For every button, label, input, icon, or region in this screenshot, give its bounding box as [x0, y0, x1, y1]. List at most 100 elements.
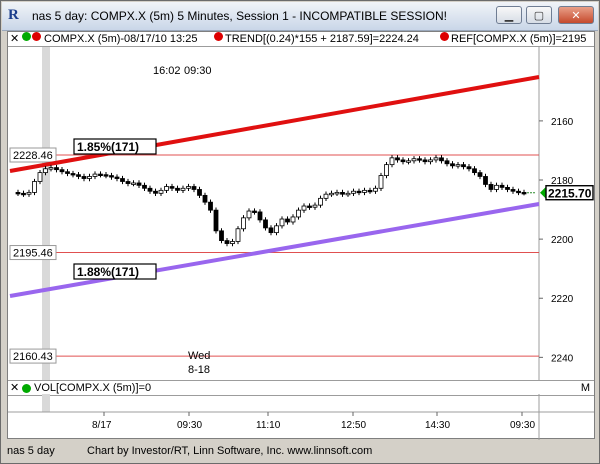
candle [389, 157, 395, 166]
reference-level-label: 2160.43 [13, 351, 53, 363]
candle [439, 157, 444, 162]
candle [43, 168, 48, 174]
maximize-button[interactable]: ▢ [526, 6, 552, 24]
candle [208, 201, 213, 211]
candle [92, 173, 98, 177]
candle [230, 241, 235, 244]
session-time-label: 16:02 [153, 65, 181, 77]
x-tick-label: 09:30 [510, 420, 535, 431]
window-title: nas 5 day: COMPX.X (5m) 5 Minutes, Sessi… [32, 9, 448, 23]
candle [461, 164, 466, 168]
day-label: 8-18 [188, 364, 210, 376]
candle [65, 171, 70, 174]
minimize-button[interactable]: ▁ [496, 6, 522, 24]
last-price-arrow [540, 186, 546, 199]
candle [98, 173, 103, 176]
candle [345, 192, 351, 196]
candle [274, 225, 279, 234]
investor-rt-logo-icon: R [8, 7, 19, 23]
volume-close-icon[interactable]: ✕ [10, 381, 19, 395]
day-label: Wed [188, 350, 210, 362]
close-button[interactable]: ✕ [558, 6, 594, 24]
candle [483, 176, 488, 185]
trend-resistance-line [9, 75, 540, 173]
candle [219, 230, 224, 242]
candle [48, 167, 54, 170]
candle [477, 172, 483, 177]
candle [252, 210, 257, 213]
status-bar: nas 5 day Chart by Investor/RT, Linn Sof… [7, 442, 595, 460]
candle [202, 194, 208, 203]
candle [340, 192, 345, 195]
candle [241, 217, 246, 230]
candle [257, 211, 263, 221]
candle [367, 189, 373, 193]
candle [323, 193, 329, 199]
reference-level-label: 2195.46 [13, 248, 53, 260]
candle [329, 192, 334, 196]
candle [494, 184, 499, 190]
candle [268, 227, 274, 234]
candle [109, 175, 114, 178]
x-tick-label: 14:30 [425, 420, 450, 431]
candle [76, 174, 81, 177]
x-tick-label: 8/17 [92, 420, 112, 431]
legend-symbol[interactable]: COMPX.X (5m)-08/17/10 13:25 [44, 32, 197, 46]
candle [120, 178, 125, 182]
candle [505, 186, 510, 190]
candle [450, 163, 455, 167]
candle [158, 189, 164, 194]
last-price-label: 2215.70 [548, 187, 592, 201]
session-shading [42, 47, 50, 381]
reference-level-label: 2228.46 [13, 150, 53, 162]
x-tick-label: 09:30 [177, 420, 202, 431]
candle [356, 190, 362, 194]
candle [142, 184, 147, 189]
candle [263, 219, 268, 229]
candle [351, 190, 356, 194]
session-shading [42, 394, 50, 412]
candle [32, 181, 37, 193]
y-tick-label: 2200 [551, 235, 574, 246]
volume-dot-icon [22, 381, 31, 395]
candle [213, 209, 219, 232]
time-axis[interactable]: 8/17 09:30 11:10 12:50 14:30 09:30 [8, 394, 594, 440]
trend-support-line [9, 202, 540, 298]
title-bar[interactable]: R nas 5 day: COMPX.X (5m) 5 Minutes, Ses… [2, 2, 598, 31]
candle [197, 189, 202, 196]
candle [186, 186, 191, 189]
status-credit: Chart by Investor/RT, Linn Software, Inc… [87, 445, 373, 457]
x-tick-label: 12:50 [341, 420, 366, 431]
candle [147, 187, 153, 192]
candle [417, 158, 422, 161]
candle [21, 192, 26, 196]
legend-trend[interactable]: TREND[(0.24)*155 + 2187.59]=2224.24 [225, 32, 419, 46]
candle [378, 175, 384, 189]
candle [224, 240, 230, 244]
candle [26, 192, 32, 195]
y-tick-label: 2240 [551, 353, 574, 364]
candle [175, 187, 180, 191]
legend-close-icon[interactable]: ✕ [10, 32, 19, 46]
candle [444, 160, 450, 165]
legend-ref[interactable]: REF[COMPX.X (5m)]=2195 [451, 32, 586, 46]
candle [131, 182, 136, 185]
candle [290, 216, 296, 223]
x-tick-label: 11:10 [256, 420, 281, 431]
candle [400, 159, 406, 163]
candle [455, 164, 461, 167]
volume-label[interactable]: VOL[COMPX.X (5m)]=0 [34, 381, 151, 395]
candle [466, 166, 472, 170]
candle [70, 173, 76, 176]
candle [510, 189, 516, 192]
candle [433, 157, 439, 161]
candle [59, 169, 65, 173]
session-time-label: 09:30 [184, 65, 212, 77]
candle [54, 167, 59, 171]
chart-panel: ✕ COMPX.X (5m)-08/17/10 13:25 TREND[(0.2… [7, 31, 595, 440]
price-chart[interactable]: 224022202200218021602228.462195.462160.4… [8, 47, 594, 381]
candle [472, 168, 477, 174]
candle [169, 186, 175, 189]
candle [153, 190, 158, 194]
candle [37, 172, 43, 182]
